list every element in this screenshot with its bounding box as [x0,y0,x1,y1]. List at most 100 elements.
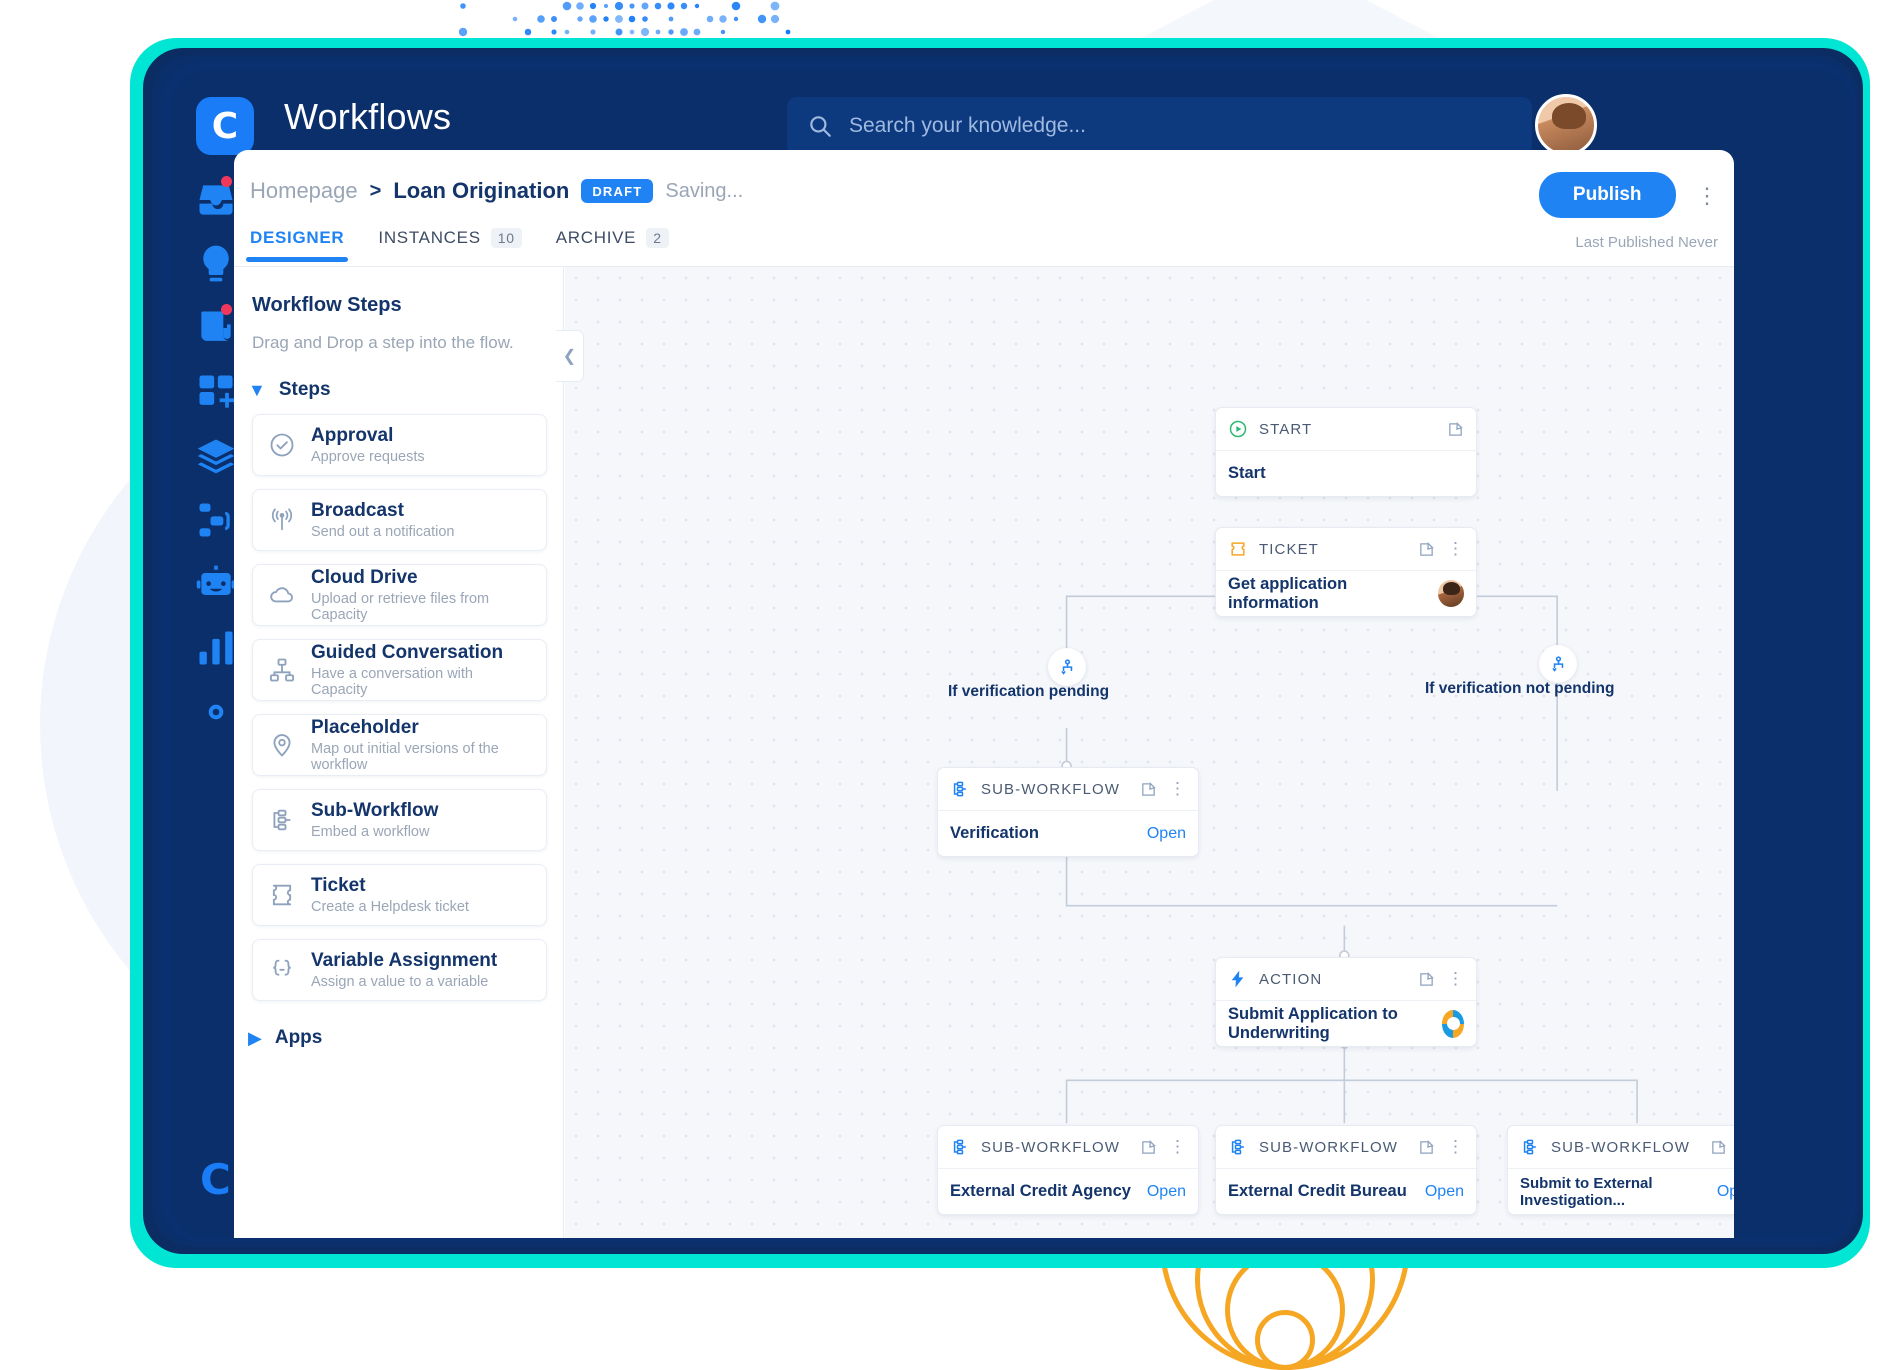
inbox-icon[interactable] [194,178,238,222]
workflow-canvas[interactable]: START Start TICKET ⋮ Get application inf… [565,267,1734,1238]
step-desc: Send out a notification [311,524,455,540]
panel-subtitle: Drag and Drop a step into the flow. [252,333,563,353]
step-name: Variable Assignment [311,950,497,972]
step-card-guided-conversation[interactable]: Guided Conversation Have a conversation … [252,639,547,701]
step-name: Cloud Drive [311,567,532,589]
branch-marker-right[interactable] [1539,645,1577,683]
connector-lines [565,267,1734,1238]
edit-icon[interactable] [1140,781,1157,798]
step-card-placeholder[interactable]: Placeholder Map out initial versions of … [252,714,547,776]
step-card-broadcast[interactable]: Broadcast Send out a notification [252,489,547,551]
document-icon[interactable] [194,306,238,350]
step-desc: Assign a value to a variable [311,974,497,990]
page-title: Workflows [284,96,451,138]
node-ticket[interactable]: TICKET ⋮ Get application information [1215,527,1477,617]
branch-label-left: If verification pending [948,683,1109,701]
node-body: Submit to External Investigation... Open [1508,1169,1734,1214]
search-input[interactable]: Search your knowledge... [849,114,1086,138]
step-desc: Have a conversation with Capacity [311,666,532,698]
breadcrumb-home[interactable]: Homepage [250,178,358,204]
step-card-sub-workflow[interactable]: Sub-Workflow Embed a workflow [252,789,547,851]
steps-group-header[interactable]: ▼ Steps [248,379,563,401]
status-badge: DRAFT [581,179,653,203]
step-desc: Upload or retrieve files from Capacity [311,591,532,623]
node-sub-workflow-credit-agency[interactable]: SUB-WORKFLOW ⋮ External Credit Agency Op… [937,1125,1199,1215]
user-avatar[interactable] [1535,94,1597,156]
node-body: External Credit Agency Open [938,1169,1198,1214]
node-label: External Credit Bureau [1228,1182,1407,1201]
node-action[interactable]: ACTION ⋮ Submit Application to Underwrit… [1215,957,1477,1047]
tab-archive-count: 2 [646,228,669,248]
step-card-ticket[interactable]: Ticket Create a Helpdesk ticket [252,864,547,926]
step-desc: Create a Helpdesk ticket [311,899,469,915]
node-start[interactable]: START Start [1215,407,1477,497]
broadcast-icon [267,505,297,535]
node-sub-workflow-verification[interactable]: SUB-WORKFLOW ⋮ Verification Open [937,767,1199,857]
edit-icon[interactable] [1447,421,1464,438]
sub-workflow-icon [267,805,297,835]
node-type-label: SUB-WORKFLOW [1259,1139,1398,1156]
branch-marker-left[interactable] [1048,648,1086,686]
apps-add-icon[interactable] [194,370,238,414]
lightbulb-icon[interactable] [194,242,238,286]
last-published-text: Last Published Never [1539,234,1718,251]
more-options-icon[interactable]: ⋮ [1169,1142,1186,1151]
map-pin-icon [267,730,297,760]
node-type-label: TICKET [1259,541,1319,558]
node-sub-workflow-external-investigation[interactable]: SUB-WORKFLOW ⋮ Submit to External Invest… [1507,1125,1734,1215]
node-header: SUB-WORKFLOW ⋮ [1508,1126,1734,1169]
more-options-icon[interactable]: ⋮ [1169,784,1186,793]
node-type-label: SUB-WORKFLOW [981,781,1120,798]
step-name: Sub-Workflow [311,800,438,822]
editor-tabs: DESIGNER INSTANCES 10 ARCHIVE 2 [250,228,669,262]
edit-icon[interactable] [1418,971,1435,988]
search-bar[interactable]: Search your knowledge... [787,97,1532,155]
tab-archive[interactable]: ARCHIVE 2 [556,228,669,262]
apps-group-header[interactable]: ▶ Apps [248,1027,563,1049]
analytics-icon[interactable] [194,626,238,670]
edit-icon[interactable] [1418,1139,1435,1156]
application-window: C C Workflows Search your knowledge... H… [172,70,1852,1238]
app-logo[interactable]: C [196,97,254,155]
collapse-panel-button[interactable]: ❮ [556,330,584,382]
node-actions: ⋮ [1710,1139,1734,1156]
edit-icon[interactable] [1710,1139,1727,1156]
workflow-icon[interactable] [194,498,238,542]
robot-icon[interactable] [194,562,238,606]
step-desc: Embed a workflow [311,824,438,840]
breadcrumb-separator: > [370,180,382,203]
publish-area: Publish ⋮ Last Published Never [1539,172,1718,251]
layers-icon[interactable] [194,434,238,478]
edit-icon[interactable] [1418,541,1435,558]
open-link[interactable]: Open [1425,1183,1464,1201]
gear-icon[interactable] [194,690,238,734]
tab-instances[interactable]: INSTANCES 10 [378,228,521,262]
more-options-icon[interactable]: ⋮ [1447,974,1464,983]
node-sub-workflow-credit-bureau[interactable]: SUB-WORKFLOW ⋮ External Credit Bureau Op… [1215,1125,1477,1215]
more-options-icon[interactable]: ⋮ [1696,189,1718,202]
open-link[interactable]: Open [1717,1183,1734,1201]
open-link[interactable]: Open [1147,1183,1186,1201]
step-desc: Map out initial versions of the workflow [311,741,532,773]
step-name: Approval [311,425,425,447]
steps-group-label: Steps [279,379,331,401]
edit-icon[interactable] [1140,1139,1157,1156]
step-card-approval[interactable]: Approval Approve requests [252,414,547,476]
node-header: ACTION ⋮ [1216,958,1476,1001]
node-body: Verification Open [938,811,1198,856]
step-name: Ticket [311,875,469,897]
saving-status: Saving... [665,180,743,203]
node-label: Submit to External Investigation... [1520,1175,1717,1209]
node-header: TICKET ⋮ [1216,528,1476,571]
open-link[interactable]: Open [1147,825,1186,843]
more-options-icon[interactable]: ⋮ [1447,544,1464,553]
tab-designer[interactable]: DESIGNER [250,228,344,262]
branch-label-right: If verification not pending [1425,680,1614,698]
node-actions [1447,421,1464,438]
more-options-icon[interactable]: ⋮ [1447,1142,1464,1151]
step-card-variable-assignment[interactable]: Variable Assignment Assign a value to a … [252,939,547,1001]
ticket-icon [267,880,297,910]
step-card-cloud-drive[interactable]: Cloud Drive Upload or retrieve files fro… [252,564,547,626]
node-header: SUB-WORKFLOW ⋮ [938,1126,1198,1169]
publish-button[interactable]: Publish [1539,172,1676,218]
